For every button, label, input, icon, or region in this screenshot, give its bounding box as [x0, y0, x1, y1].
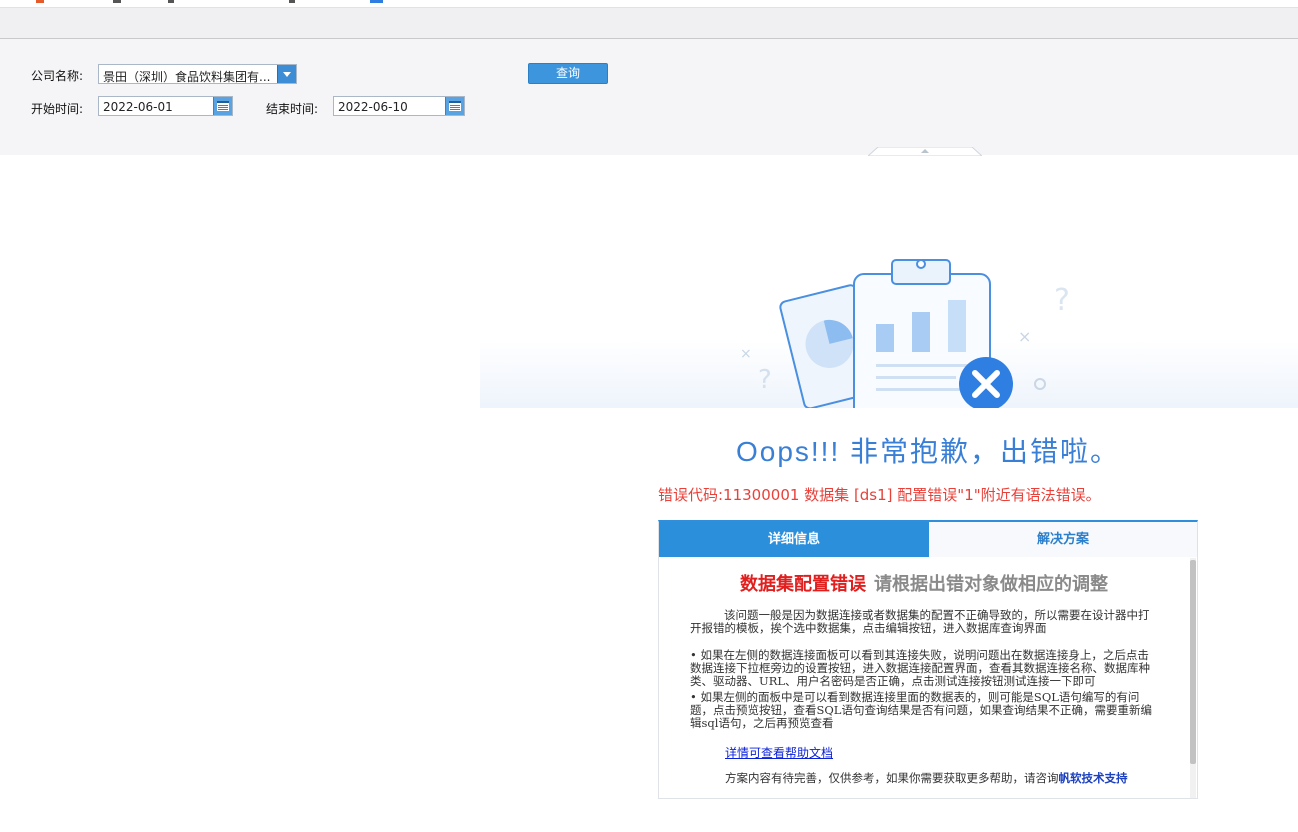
company-select[interactable]: 景田（深圳）食品饮料集团有... [98, 64, 297, 84]
error-detail-panel: 详细信息 解决方案 数据集配置错误 请根据出错对象做相应的调整 该问题一般是因为数… [658, 520, 1198, 799]
calendar-icon[interactable] [213, 97, 232, 115]
calendar-icon[interactable] [445, 97, 464, 115]
bullet-sql-error: • 如果左侧的面板中是可以看到数据连接里面的数据表的，则可能是SQL语句编写的有… [690, 690, 1152, 730]
browser-tab-strip [0, 0, 1298, 8]
report-toolbar [0, 8, 1298, 39]
scrollbar-thumb[interactable] [1190, 560, 1196, 764]
end-date-field[interactable]: 2022-06-10 [333, 96, 465, 116]
query-button[interactable]: 查询 [528, 63, 608, 84]
company-select-value: 景田（深圳）食品饮料集团有... [103, 70, 271, 84]
start-date-value: 2022-06-01 [103, 100, 173, 114]
tab-marker [113, 0, 121, 3]
footnote: 方案内容有待完善，仅供参考，如果你需要获取更多帮助，请咨询帆软技术支持 [725, 770, 1128, 786]
intro-paragraph: 该问题一般是因为数据连接或者数据集的配置不正确导致的，所以需要在设计器中打开报错… [690, 608, 1150, 635]
company-label: 公司名称: [31, 69, 84, 83]
svg-text:×: × [740, 346, 752, 362]
start-date-field[interactable]: 2022-06-01 [98, 96, 233, 116]
error-code: 错误代码:11300001 数据集 [ds1] 配置错误"1"附近有语法错误。 [658, 486, 1101, 504]
tab-marker [289, 0, 295, 3]
tab-marker [36, 0, 44, 3]
footnote-text: 方案内容有待完善，仅供参考，如果你需要获取更多帮助，请咨询 [725, 771, 1059, 785]
parameter-panel: 公司名称: 景田（深圳）食品饮料集团有... 开始时间: 2022-06-01 … [0, 39, 1298, 155]
end-date-value: 2022-06-10 [338, 100, 408, 114]
end-time-label: 结束时间: [266, 102, 319, 116]
svg-text:×: × [1018, 327, 1031, 346]
detail-tabs: 详细信息 解决方案 [659, 522, 1197, 557]
tab-marker [370, 0, 383, 3]
error-illustration-icon: × ? ? × [740, 259, 1070, 408]
detail-heading-error: 数据集配置错误 [740, 574, 866, 595]
detail-heading-hint: 请根据出错对象做相应的调整 [874, 574, 1108, 595]
error-title: Oops!!! 非常抱歉，出错啦。 [735, 436, 1121, 467]
tech-support-link[interactable]: 帆软技术支持 [1059, 771, 1128, 785]
chevron-down-icon[interactable] [277, 65, 296, 83]
tab-details[interactable]: 详细信息 [659, 522, 929, 557]
svg-text:?: ? [1054, 283, 1070, 318]
bullet-connection-failed: • 如果在左侧的数据连接面板可以看到其连接失败，说明问题出在数据连接身上，之后点… [690, 648, 1150, 688]
tab-solutions[interactable]: 解决方案 [929, 522, 1197, 557]
svg-text:?: ? [758, 365, 772, 395]
detail-heading: 数据集配置错误 请根据出错对象做相应的调整 [659, 570, 1189, 596]
collapse-panel-toggle[interactable] [868, 147, 982, 156]
tab-marker [168, 0, 174, 3]
help-doc-link[interactable]: 详情可查看帮助文档 [725, 744, 833, 761]
start-time-label: 开始时间: [31, 102, 84, 116]
